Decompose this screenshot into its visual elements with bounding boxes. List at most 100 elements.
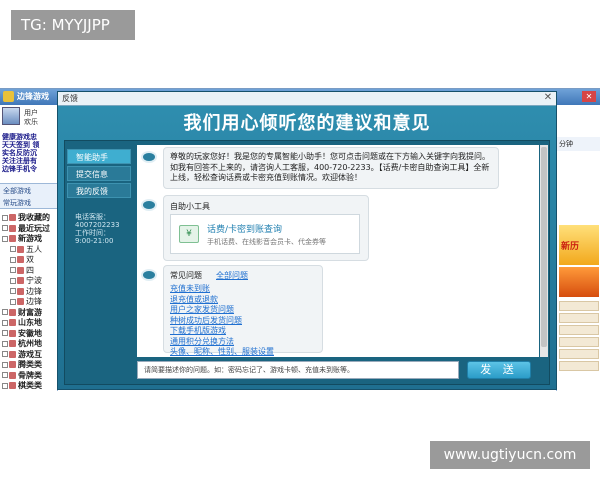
expand-icon[interactable]: [2, 340, 8, 347]
expand-icon[interactable]: [10, 246, 16, 252]
tree-item[interactable]: 杭州地: [0, 339, 58, 350]
nav-my-feedback[interactable]: 我的反馈: [67, 183, 131, 198]
tree-item[interactable]: 五人: [0, 245, 58, 256]
quick-link[interactable]: 天天签到 领: [2, 141, 56, 149]
hours-label: 工作时间：: [75, 229, 110, 237]
faq-all-link[interactable]: 全部问题: [216, 270, 248, 281]
tree-item-label: 我收藏的: [18, 213, 50, 222]
user-line-2: 欢乐: [24, 118, 38, 126]
tools-title: 自助小工具: [170, 202, 210, 211]
quick-link[interactable]: 关注注册有: [2, 157, 56, 165]
question-input[interactable]: 请简要描述你的问题。如：密码忘记了、游戏卡顿、充值未到账等。: [137, 361, 459, 379]
tree-item[interactable]: 新游戏: [0, 234, 58, 245]
quick-link[interactable]: 实名反防沉: [2, 149, 56, 157]
game-category-icon: [17, 277, 24, 284]
tree-item[interactable]: 游戏互: [0, 350, 58, 361]
tree-item[interactable]: 山东地: [0, 318, 58, 329]
expand-icon[interactable]: [10, 298, 16, 305]
tab-all-games[interactable]: 全部游戏: [3, 186, 31, 196]
tree-item-label: 安徽地: [18, 328, 42, 338]
expand-icon[interactable]: [2, 382, 8, 389]
faq-item[interactable]: 头像、昵称、性别、服装设置: [170, 347, 274, 357]
expand-icon[interactable]: [2, 372, 8, 378]
nav-submit-info[interactable]: 提交信息: [67, 166, 131, 181]
recharge-query-icon: ¥: [179, 225, 199, 243]
tree-item[interactable]: 我收藏的: [0, 213, 58, 224]
quick-link[interactable]: 边锋手机令: [2, 165, 56, 173]
category-tabs: 全部游戏 常玩游戏: [0, 183, 58, 209]
expand-icon[interactable]: [2, 309, 8, 315]
dialog-titlebar: 反馈 ✕: [58, 92, 556, 106]
tree-item[interactable]: 宁波: [0, 276, 58, 287]
tree-item-label: 边锋: [26, 286, 42, 296]
tree-item[interactable]: 边锋: [0, 297, 58, 308]
recharge-query-tool-card[interactable]: ¥ 话费/卡密到账查询 手机话费、在线影音会员卡、代金券等: [170, 214, 360, 254]
tree-item[interactable]: 边锋: [0, 287, 58, 298]
tree-item[interactable]: 双: [0, 255, 58, 266]
expand-icon[interactable]: [2, 235, 8, 242]
ad-banner[interactable]: 新历: [559, 225, 599, 265]
app-close-button[interactable]: ✕: [582, 91, 596, 102]
expand-icon[interactable]: [2, 214, 8, 221]
hours-value: 9:00-21:00: [75, 237, 114, 245]
ad-text: 新历: [561, 242, 580, 252]
expand-icon[interactable]: [2, 361, 8, 368]
faq-item[interactable]: 充值未到账: [170, 284, 274, 295]
expand-icon[interactable]: [10, 256, 16, 263]
faq-list: 充值未到账 退充值或退款 用户之家发货问题 种树成功后发货问题 下载手机版游戏 …: [170, 284, 274, 357]
expand-icon[interactable]: [2, 351, 8, 357]
bot-avatar-icon: [141, 151, 157, 163]
hotline-label: 电话客服：: [75, 213, 110, 221]
list-item[interactable]: [559, 349, 599, 359]
list-item[interactable]: [559, 361, 599, 371]
faq-item[interactable]: 用户之家发货问题: [170, 305, 274, 316]
expand-icon[interactable]: [10, 288, 16, 294]
tree-item-label: 双: [26, 255, 34, 264]
faq-item[interactable]: 通用积分兑换方法: [170, 337, 274, 348]
tree-item-label: 腾类类: [18, 360, 42, 369]
expand-icon[interactable]: [10, 277, 16, 284]
tree-item[interactable]: 棋类类: [0, 381, 58, 392]
quick-link[interactable]: 健康游戏忠: [2, 133, 56, 141]
expand-icon[interactable]: [2, 225, 8, 231]
tree-item[interactable]: 骨牌类: [0, 371, 58, 382]
chat-area[interactable]: 尊敬的玩家您好！我是您的专属智能小助手！您可点击问题或在下方输入关键字向我提问。…: [137, 145, 539, 357]
game-category-icon: [9, 235, 16, 242]
expand-icon[interactable]: [2, 319, 8, 326]
game-tree: 我收藏的 最近玩过 新游戏 五人双四宁波 边锋 边锋 财富游 山东地 安徽地 杭州地 游戏互 腾类类骨…: [0, 213, 58, 392]
list-item[interactable]: [559, 325, 599, 335]
tree-item[interactable]: 四: [0, 266, 58, 277]
input-row: 请简要描述你的问题。如：密码忘记了、游戏卡顿、充值未到账等。 发 送: [137, 361, 547, 381]
tab-frequent-games[interactable]: 常玩游戏: [3, 198, 31, 208]
app-logo-icon: [3, 91, 14, 102]
tree-item[interactable]: 财富游: [0, 308, 58, 319]
list-item[interactable]: [559, 313, 599, 323]
tree-item-label: 财富游: [18, 307, 42, 317]
faq-bubble: 常见问题 全部问题 充值未到账 退充值或退款 用户之家发货问题 种树成功后发货问…: [163, 265, 323, 356]
expand-icon[interactable]: [10, 267, 16, 273]
expand-icon[interactable]: [2, 330, 8, 336]
faq-item[interactable]: 退充值或退款: [170, 295, 274, 306]
hotline-info: 电话客服： 4007202233 工作时间： 9:00-21:00: [75, 213, 135, 245]
tree-item[interactable]: 安徽地: [0, 329, 58, 340]
feedback-dialog: 反馈 ✕ 我们用心倾听您的建议和意见 智能助手 提交信息 我的反馈 电话客服： …: [57, 91, 557, 390]
avatar[interactable]: [2, 107, 20, 125]
faq-item[interactable]: 下载手机版游戏: [170, 326, 274, 337]
faq-heading: 常见问题: [170, 271, 202, 280]
send-button[interactable]: 发 送: [467, 361, 531, 379]
dialog-close-button[interactable]: ✕: [542, 92, 554, 104]
list-item[interactable]: [559, 301, 599, 311]
tree-item[interactable]: 最近玩过: [0, 224, 58, 235]
tree-item[interactable]: 腾类类: [0, 360, 58, 371]
list-item[interactable]: [559, 337, 599, 347]
greeting-text: 尊敬的玩家您好！我是您的专属智能小助手！您可点击问题或在下方输入关键字向我提问。…: [170, 152, 490, 182]
ad-banner-2[interactable]: [559, 267, 599, 297]
nav-smart-assistant[interactable]: 智能助手: [67, 149, 131, 164]
faq-item[interactable]: 种树成功后发货问题: [170, 316, 274, 327]
tree-item-label: 新游戏: [18, 234, 42, 243]
scrollbar-thumb[interactable]: [541, 147, 547, 347]
game-category-icon: [9, 350, 16, 358]
game-category-icon: [9, 214, 16, 221]
chat-scrollbar[interactable]: [540, 145, 548, 357]
tool-name: 话费/卡密到账查询: [207, 225, 283, 235]
